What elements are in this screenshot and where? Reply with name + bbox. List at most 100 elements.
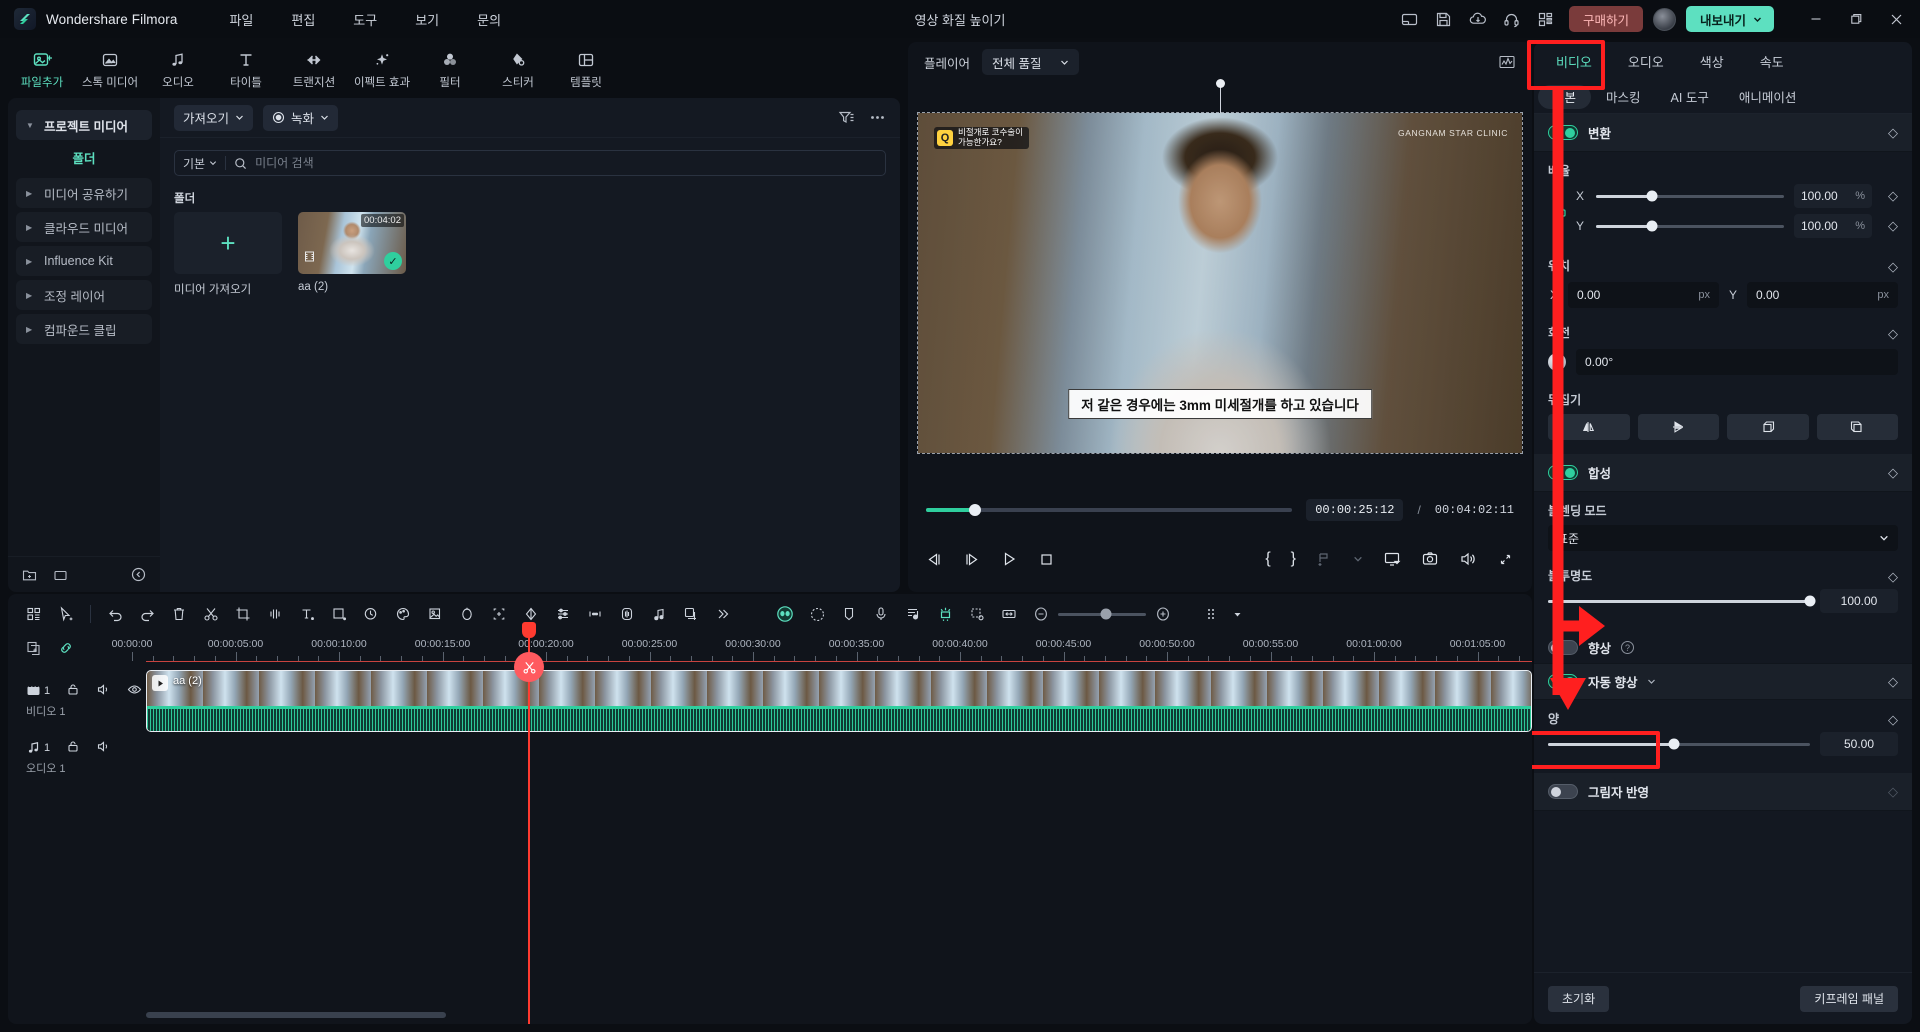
- audio-ducking-button[interactable]: [611, 598, 643, 630]
- color-palette-button[interactable]: [387, 598, 419, 630]
- mask-button[interactable]: [323, 598, 355, 630]
- sidebar-item-compound-clip[interactable]: ▶ 컴파운드 클립: [16, 314, 152, 344]
- next-frame-button[interactable]: [963, 551, 980, 568]
- transform-keyframe-button[interactable]: ◇: [1888, 125, 1898, 141]
- track-options-button[interactable]: [1197, 598, 1229, 630]
- record-button[interactable]: 녹화: [263, 104, 339, 131]
- blend-mode-select[interactable]: 표준: [1548, 525, 1898, 551]
- subtab-ai-tools[interactable]: AI 도구: [1656, 85, 1724, 109]
- rotation-field[interactable]: 0.00°: [1576, 349, 1898, 375]
- delete-button[interactable]: [163, 598, 195, 630]
- prev-frame-button[interactable]: [926, 551, 943, 568]
- snapshot-button[interactable]: [1421, 550, 1439, 568]
- amount-keyframe-button[interactable]: ◇: [1888, 712, 1898, 728]
- beat-detect-button[interactable]: [643, 598, 675, 630]
- cloud-upload-icon[interactable]: [1461, 2, 1495, 36]
- scale-y-slider[interactable]: [1596, 220, 1784, 232]
- export-button[interactable]: 내보내기: [1685, 6, 1774, 32]
- grid-view-button[interactable]: [18, 598, 50, 630]
- position-x-field[interactable]: 0.00 px: [1568, 282, 1719, 308]
- save-icon[interactable]: [1427, 2, 1461, 36]
- auto-enhance-keyframe-button[interactable]: ◇: [1888, 674, 1898, 690]
- position-keyframe-button[interactable]: ◇: [1888, 259, 1898, 275]
- opacity-keyframe-button[interactable]: ◇: [1888, 569, 1898, 585]
- collapse-panel-icon[interactable]: [131, 567, 146, 582]
- silence-detect-button[interactable]: [579, 598, 611, 630]
- scale-x-keyframe-button[interactable]: ◇: [1888, 188, 1898, 204]
- render-preview-button[interactable]: [675, 598, 707, 630]
- timeline-playhead[interactable]: [514, 622, 544, 1024]
- transform-toggle[interactable]: [1548, 125, 1578, 140]
- position-y-field[interactable]: 0.00 px: [1747, 282, 1898, 308]
- tab-speed[interactable]: 속도: [1742, 42, 1802, 80]
- media-clip-thumb[interactable]: 00:04:02 ✓: [298, 212, 406, 274]
- audio-mixer-button[interactable]: [547, 598, 579, 630]
- mark-out-button[interactable]: }: [1291, 550, 1296, 568]
- tab-add-file[interactable]: 파일추가: [8, 47, 76, 90]
- rotation-dial[interactable]: [1548, 353, 1566, 371]
- player-quality-dropdown[interactable]: 전체 품질: [982, 49, 1079, 75]
- tab-effects[interactable]: 이펙트 효과: [348, 47, 416, 90]
- play-button[interactable]: [1000, 550, 1018, 568]
- add-text-button[interactable]: [291, 598, 323, 630]
- marker-button[interactable]: [833, 598, 865, 630]
- marker-dropdown-button[interactable]: [1353, 554, 1363, 564]
- menu-item-help[interactable]: 문의: [473, 6, 505, 33]
- link-clips-icon[interactable]: [58, 640, 74, 656]
- add-track-icon[interactable]: [26, 640, 42, 656]
- new-folder-icon[interactable]: [22, 567, 37, 582]
- tab-filters[interactable]: 필터: [416, 47, 484, 90]
- reset-button[interactable]: 초기화: [1548, 985, 1610, 1012]
- auto-enhance-toggle[interactable]: [1548, 674, 1578, 689]
- canvas-rotate-handle[interactable]: [1216, 79, 1225, 113]
- minimize-button[interactable]: [1796, 0, 1836, 38]
- tab-templates[interactable]: 템플릿: [552, 47, 620, 90]
- video-canvas[interactable]: Q 비절개로 코수술이 가능한가요? GANGNAM STAR CLINIC 저…: [917, 79, 1523, 454]
- keyframe-panel-button[interactable]: 키프레임 패널: [1800, 985, 1898, 1012]
- undo-button[interactable]: [99, 598, 131, 630]
- headset-support-icon[interactable]: [1495, 2, 1529, 36]
- timeline-horizontal-scrollbar[interactable]: [146, 1012, 446, 1018]
- drop-shadow-toggle[interactable]: [1548, 784, 1578, 799]
- sidebar-item-influence-kit[interactable]: ▶ Influence Kit: [16, 246, 152, 276]
- lock-icon[interactable]: [66, 682, 80, 699]
- import-media-thumb[interactable]: +: [174, 212, 282, 274]
- mute-icon[interactable]: [96, 739, 111, 757]
- help-icon[interactable]: ?: [1621, 641, 1635, 654]
- subtab-masking[interactable]: 마스킹: [1591, 85, 1656, 109]
- stabilize-button[interactable]: [451, 598, 483, 630]
- flip-horizontal-button[interactable]: [1548, 414, 1630, 440]
- scale-y-keyframe-button[interactable]: ◇: [1888, 218, 1898, 234]
- subtab-basic[interactable]: 기본: [1538, 84, 1592, 109]
- search-scope-dropdown[interactable]: 기본: [183, 155, 217, 172]
- ai-smart-mask-button[interactable]: [769, 598, 801, 630]
- tab-titles[interactable]: 타이틀: [212, 47, 280, 90]
- seek-knob[interactable]: [969, 504, 982, 516]
- maximize-button[interactable]: [1836, 0, 1876, 38]
- tab-stickers[interactable]: 스티커: [484, 47, 552, 90]
- user-avatar[interactable]: [1652, 7, 1676, 31]
- waveform-graph-icon[interactable]: [1498, 53, 1516, 71]
- sidebar-item-share-media[interactable]: ▶ 미디어 공유하기: [16, 178, 152, 208]
- rotate-ccw-button[interactable]: [1816, 414, 1898, 440]
- scale-x-slider[interactable]: [1596, 190, 1784, 202]
- lock-icon[interactable]: [66, 739, 80, 756]
- player-seek-bar[interactable]: [926, 504, 1293, 516]
- eye-icon[interactable]: [127, 682, 142, 700]
- rotation-keyframe-button[interactable]: ◇: [1888, 326, 1898, 342]
- apps-grid-icon[interactable]: [1529, 2, 1563, 36]
- redo-button[interactable]: [131, 598, 163, 630]
- import-button[interactable]: 가져오기: [174, 104, 254, 131]
- mark-in-button[interactable]: {: [1265, 550, 1270, 568]
- tab-stock-media[interactable]: 스톡 미디어: [76, 47, 144, 90]
- audio-detach-button[interactable]: [259, 598, 291, 630]
- volume-button[interactable]: [1459, 550, 1477, 568]
- buy-button[interactable]: 구매하기: [1568, 6, 1643, 32]
- timeline-ruler[interactable]: 00:00:00 00:00:05:00 00:00:10:00 00:00:15:0…: [112, 634, 1532, 662]
- tab-color[interactable]: 색상: [1682, 42, 1742, 80]
- mute-icon[interactable]: [96, 682, 111, 700]
- more-tools-button[interactable]: [707, 598, 739, 630]
- import-media-tile[interactable]: + 미디어 가져오기: [174, 212, 282, 297]
- split-scissors-button[interactable]: [195, 598, 227, 630]
- amount-value-box[interactable]: 50.00: [1820, 732, 1898, 756]
